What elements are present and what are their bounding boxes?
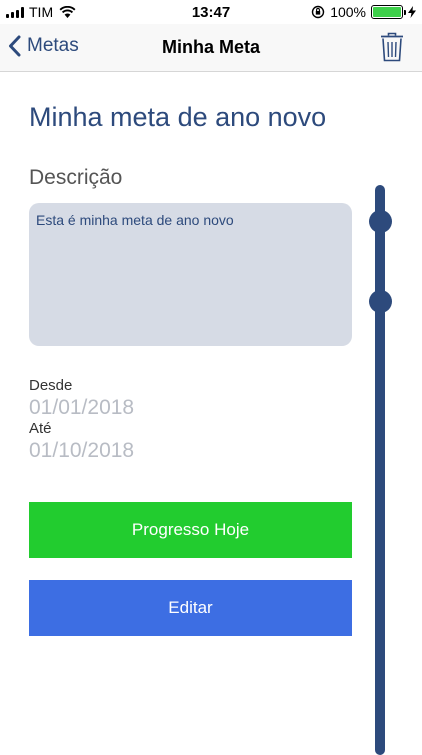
- delete-button[interactable]: [380, 32, 404, 67]
- since-label: Desde: [29, 377, 73, 394]
- status-right: 100%: [311, 4, 416, 20]
- description-label: Descrição: [29, 166, 123, 189]
- until-label: Até: [29, 420, 52, 437]
- vertical-slider-track[interactable]: [375, 185, 385, 755]
- goal-title: Minha meta de ano novo: [29, 102, 327, 132]
- nav-title: Minha Meta: [161, 37, 260, 57]
- since-date[interactable]: 01/01/2018: [29, 396, 134, 420]
- bolt-icon: [408, 6, 416, 18]
- status-bar: TIM 13:47 100%: [0, 0, 422, 24]
- edit-button[interactable]: Editar: [29, 580, 352, 636]
- navigation-bar: Metas Minha Meta: [0, 24, 422, 72]
- battery-percent: 100%: [330, 4, 366, 20]
- battery-icon: [371, 5, 406, 19]
- trash-icon: [381, 32, 403, 62]
- until-date[interactable]: 01/10/2018: [29, 439, 134, 463]
- orientation-lock-icon: [311, 5, 325, 19]
- progress-today-button[interactable]: Progresso Hoje: [29, 502, 352, 558]
- slider-thumb-top[interactable]: [369, 210, 392, 233]
- description-field[interactable]: Esta é minha meta de ano novo: [29, 203, 352, 346]
- slider-thumb-bottom[interactable]: [369, 290, 392, 313]
